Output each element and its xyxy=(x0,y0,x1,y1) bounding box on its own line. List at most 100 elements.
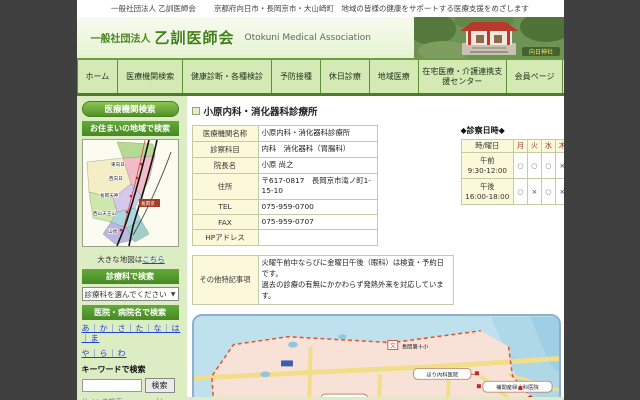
region-map[interactable]: 東向日 西向日 長岡天神 長岡京 西山天王山 山崎 xyxy=(82,139,179,247)
schedule-title: ◆診察日時◆ xyxy=(461,125,564,136)
table-row: 院長名小原 尚之 xyxy=(192,158,377,174)
name-search-header: 医院・病院名で検索 xyxy=(82,305,179,320)
notes-line1: 火曜午前中ならびに金曜日午後（眼科）は検査・予約日です。 xyxy=(262,258,450,280)
sidebar: 医療機関検索 お住まいの地域で検索 xyxy=(80,96,184,397)
schedule-corner: 時/曜日 xyxy=(461,140,514,153)
content-area: 医療機関検索 お住まいの地域で検索 xyxy=(77,96,564,397)
info-value: 075-959-0707 xyxy=(258,215,377,230)
nav-checkup[interactable]: 健康診断・各種検診 xyxy=(183,60,272,93)
station-yamazaki: 山崎 xyxy=(108,228,118,235)
main-panel: 小原内科・消化器科診療所 医療機関名称小原内科・消化器科診療所 診察科目内科 消… xyxy=(187,96,564,397)
day-header: 火 xyxy=(527,140,541,153)
table-row: FAX075-959-0707 xyxy=(192,215,377,230)
schedule-period-pm: 午後 16:00-18:00 xyxy=(461,179,514,205)
period-label: 午前 xyxy=(462,156,514,166)
big-map-note: 大きな地図はこちら xyxy=(82,254,181,265)
nav-members[interactable]: 会員ページ xyxy=(507,60,564,93)
map-label-school1: 長岡第十小 xyxy=(401,343,428,351)
big-map-text: 大きな地図は xyxy=(97,255,142,264)
info-label: 診察科目 xyxy=(192,142,258,158)
period-label: 午後 xyxy=(462,182,514,192)
keyword-input[interactable] xyxy=(82,379,142,392)
top-strip-tagline: 京都府向日市・長岡京市・大山崎町 地域の皆様の健康をサポートする医療支援をめざし… xyxy=(214,3,529,14)
info-value: 小原内科・消化器科診療所 xyxy=(258,126,377,142)
schedule-mark: × xyxy=(555,179,563,205)
table-row: HPアドレス xyxy=(192,230,377,246)
schedule-mark: ○ xyxy=(541,179,555,205)
nav-holiday[interactable]: 休日診療 xyxy=(321,60,370,93)
map-label-clinic1: ほり内科医院 xyxy=(426,370,459,378)
schedule-period-am: 午前 9:30-12:00 xyxy=(461,153,514,179)
sidebar-search-header: 医療機関検索 xyxy=(82,101,179,117)
site-title: 乙訓医師会 xyxy=(155,27,235,48)
keyword-label: キーワードで検索 xyxy=(82,364,181,375)
nav-homecare[interactable]: 在宅医療・介護連携支援センター xyxy=(419,60,507,93)
table-row: その他特記事項 火曜午前中ならびに金曜日午後（眼科）は検査・予約日です。 過去の… xyxy=(192,256,453,305)
info-value: 小原 尚之 xyxy=(258,158,377,174)
notes-value: 火曜午前中ならびに金曜日午後（眼科）は検査・予約日です。 過去の診療の有無にかか… xyxy=(258,256,453,305)
table-row: 時/曜日 月 火 水 木 金 土 日 xyxy=(461,140,564,153)
nav-regional[interactable]: 地域医療 xyxy=(370,60,419,93)
station-nagaokatenjin: 長岡天神 xyxy=(100,192,119,199)
school-icon: 文 xyxy=(389,342,395,350)
city-map: 文 長岡第十小 ほり内科医院 補関産婦人科医院 馬場診療所 xyxy=(192,314,561,397)
info-label: 住所 xyxy=(192,174,258,200)
schedule-mark: × xyxy=(555,153,563,179)
period-time: 16:00-18:00 xyxy=(462,192,514,202)
info-label: 院長名 xyxy=(192,158,258,174)
info-value xyxy=(258,230,377,246)
title-bullet-icon xyxy=(192,107,200,115)
kana-links-row1[interactable]: あ｜か｜さ｜た｜な｜は｜ま xyxy=(82,324,181,345)
clinic-info-table: 医療機関名称小原内科・消化器科診療所 診察科目内科 消化器科（胃腸科） 院長名小… xyxy=(192,125,378,246)
dept-search-header: 診療科で検索 xyxy=(82,269,179,284)
info-value: 075-959-0700 xyxy=(258,199,377,214)
shrine-photo: 向日神社 xyxy=(414,17,564,58)
station-higashimukou: 東向日 xyxy=(111,161,125,168)
table-row: 診察科目内科 消化器科（胃腸科） xyxy=(192,142,377,158)
site-title-en: Otokuni Medical Association xyxy=(245,33,371,43)
schedule-mark: ○ xyxy=(527,153,541,179)
kana-links-row2[interactable]: や｜ら｜わ xyxy=(82,349,181,359)
site-header: 一般社団法人 乙訓医師会 Otokuni Medical Association… xyxy=(77,17,564,60)
nav-home[interactable]: ホーム xyxy=(77,60,119,93)
photo-caption: 向日神社 xyxy=(528,48,552,56)
table-row: 医療機関名称小原内科・消化器科診療所 xyxy=(192,126,377,142)
schedule-mark: ○ xyxy=(514,179,528,205)
big-map-link[interactable]: こちら xyxy=(142,255,165,264)
station-nishiyamatennozan: 西山天王山 xyxy=(93,210,116,217)
schedule-table: 時/曜日 月 火 水 木 金 土 日 午前 9:30-12 xyxy=(461,139,564,205)
station-nagaokakyo: 長岡京 xyxy=(141,200,155,207)
schedule-mark: ○ xyxy=(514,153,528,179)
table-row: 住所〒617-0817 長岡京市滝ノ町1-15-10 xyxy=(192,174,377,200)
station-nishimukou: 西向日 xyxy=(109,175,123,182)
table-row: 午前 9:30-12:00 ○ ○ ○ × ○ ○ × xyxy=(461,153,564,179)
department-select-value: 診療科を選んでください xyxy=(85,289,167,300)
day-header: 水 xyxy=(541,140,555,153)
main-nav: ホーム 医療機関検索 健康診断・各種検診 予防接種 休日診療 地域医療 在宅医療… xyxy=(77,60,564,96)
info-label: 医療機関名称 xyxy=(192,126,258,142)
period-time: 9:30-12:00 xyxy=(462,166,514,176)
city-map-image: 文 長岡第十小 ほり内科医院 補関産婦人科医院 馬場診療所 xyxy=(194,316,559,397)
day-header: 月 xyxy=(514,140,528,153)
nav-vaccine[interactable]: 予防接種 xyxy=(272,60,321,93)
department-select[interactable]: 診療科を選んでください ▼ xyxy=(82,287,179,301)
schedule-mark: × xyxy=(527,179,541,205)
nav-search[interactable]: 医療機関検索 xyxy=(118,60,183,93)
table-row: 午後 16:00-18:00 ○ × ○ × ○ × × xyxy=(461,179,564,205)
top-strip: 一般社団法人 乙訓医師会 京都府向日市・長岡京市・大山崎町 地域の皆様の健康をサ… xyxy=(77,0,564,17)
clinic-title: 小原内科・消化器科診療所 xyxy=(204,104,318,118)
info-label: HPアドレス xyxy=(192,230,258,246)
top-strip-org: 一般社団法人 乙訓医師会 xyxy=(111,3,196,14)
day-header: 木 xyxy=(555,140,563,153)
map-label-clinic2: 補関産婦人科医院 xyxy=(496,383,539,391)
info-label: FAX xyxy=(192,215,258,230)
area-search-header: お住まいの地域で検索 xyxy=(82,121,179,136)
info-label: TEL xyxy=(192,199,258,214)
info-value: 〒617-0817 長岡京市滝ノ町1-15-10 xyxy=(258,174,377,200)
table-row: TEL075-959-0700 xyxy=(192,199,377,214)
notes-table: その他特記事項 火曜午前中ならびに金曜日午後（眼科）は検査・予約日です。 過去の… xyxy=(192,255,454,305)
notes-label: その他特記事項 xyxy=(192,256,258,305)
info-value: 内科 消化器科（胃腸科） xyxy=(258,142,377,158)
schedule-mark: ○ xyxy=(541,153,555,179)
keyword-search-button[interactable]: 検索 xyxy=(145,378,175,393)
